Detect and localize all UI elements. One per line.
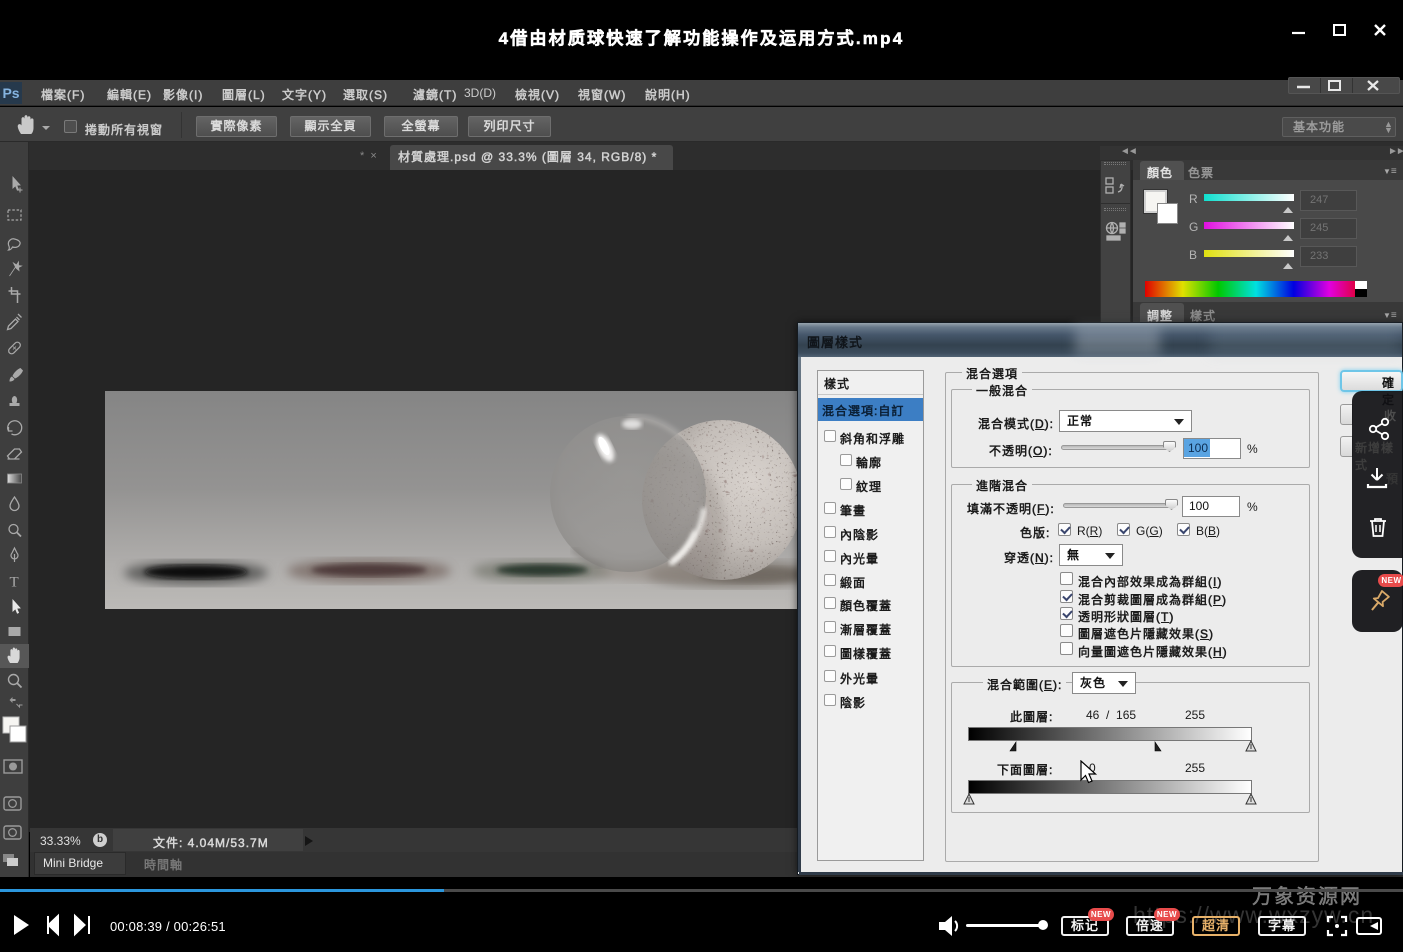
svg-text:T: T [10,575,19,591]
